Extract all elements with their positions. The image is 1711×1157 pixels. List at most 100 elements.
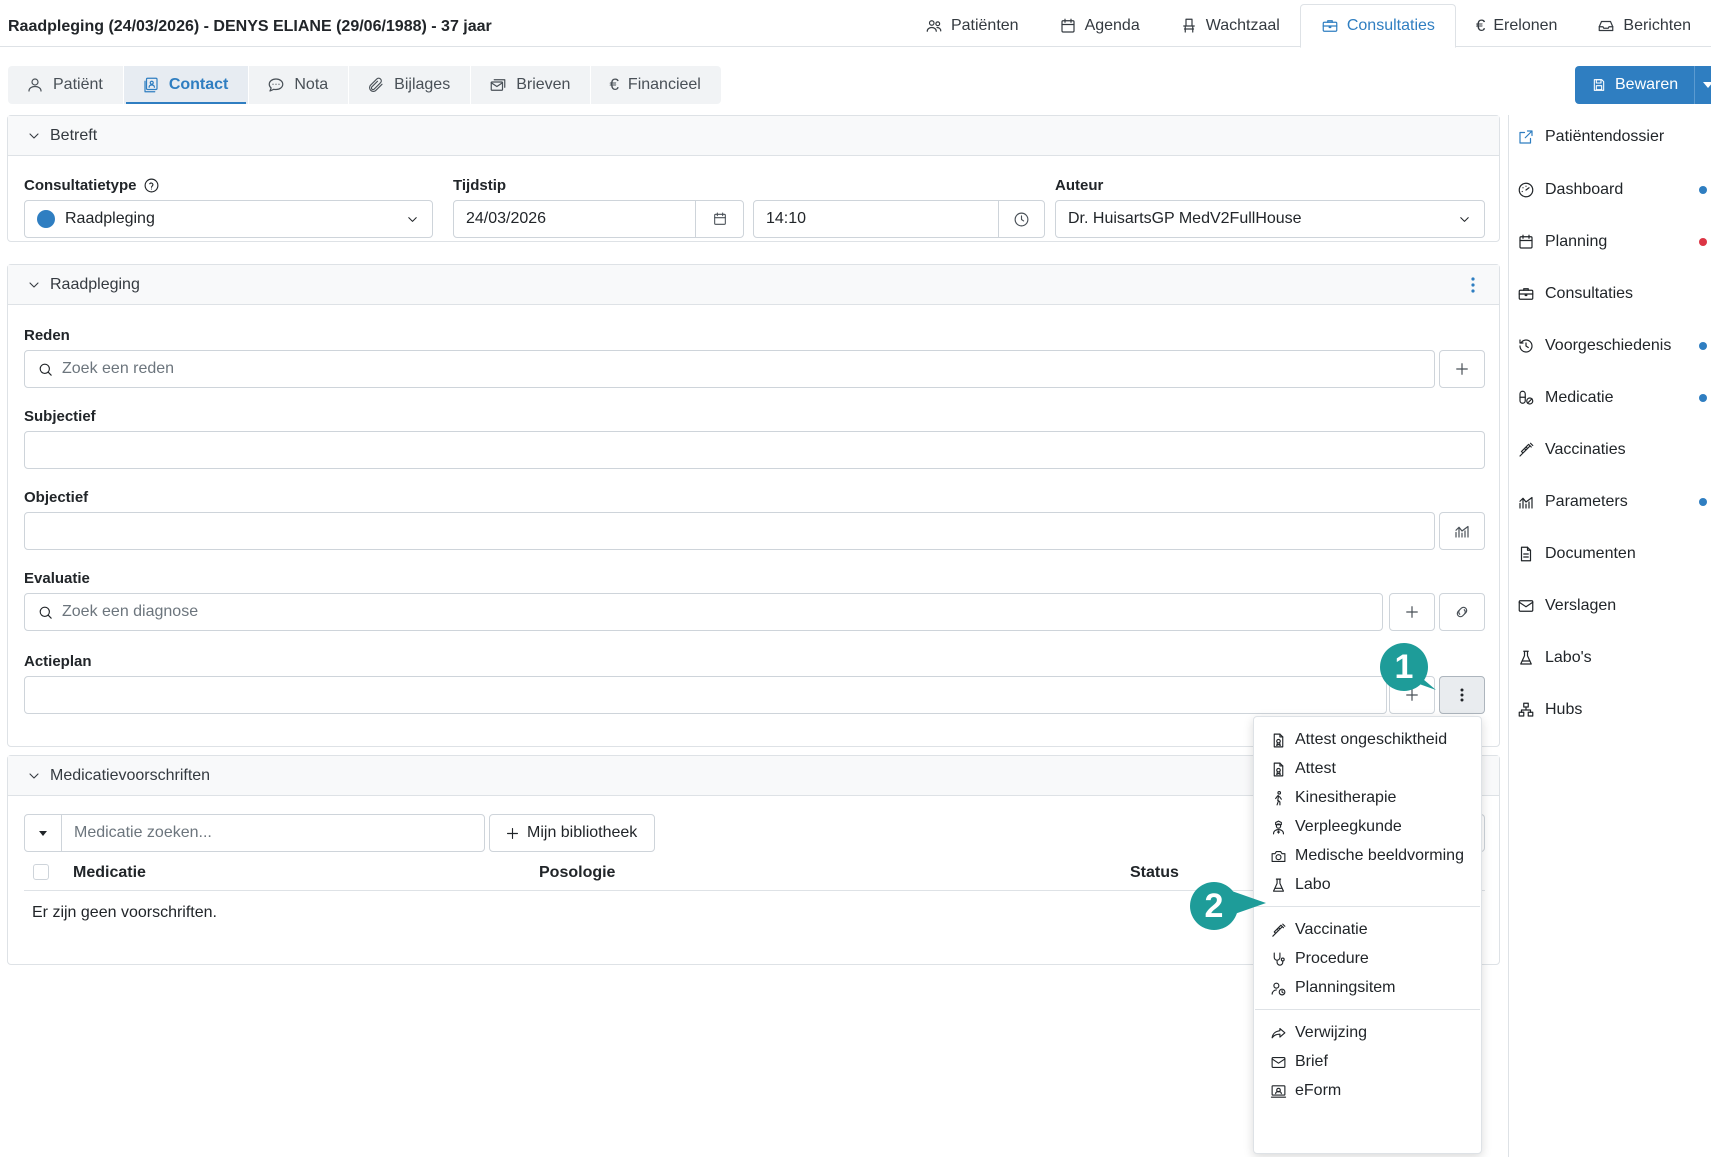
auteur-value: Dr. HuisartsGP MedV2FullHouse [1068,210,1302,227]
sidebar-item-vaccinaties[interactable]: Vaccinaties [1517,435,1707,465]
sidebar-item-parameters[interactable]: Parameters [1517,487,1707,517]
nav-berichten[interactable]: Berichten [1577,4,1711,47]
syringe-icon [1519,442,1534,457]
betreft-title: Betreft [50,126,98,144]
tab-financieel[interactable]: € Financieel [590,66,720,104]
column-status[interactable]: Status [1130,864,1179,882]
sidebar-item-hubs[interactable]: Hubs [1517,695,1707,725]
nav-label: Consultaties [1346,17,1435,34]
menu-item-labo[interactable]: Labo [1270,871,1331,899]
kebab-menu-icon[interactable] [1471,277,1475,293]
medicatie-search-input[interactable]: Medicatie zoeken... [61,814,485,852]
sidebar-item-verslagen[interactable]: Verslagen [1517,591,1707,621]
menu-item-kinesitherapie[interactable]: Kinesitherapie [1270,784,1396,812]
nav-label: Patiënten [950,16,1019,34]
subjectief-input[interactable] [24,431,1485,469]
menu-item-vaccinatie[interactable]: Vaccinatie [1270,916,1368,944]
link-diagnose-button[interactable] [1439,593,1485,631]
menu-item-medische-beeldvorming[interactable]: Medische beeldvorming [1270,842,1464,870]
menu-item-attest[interactable]: Attest [1270,755,1336,783]
date-picker-button[interactable] [695,200,743,238]
time-input[interactable]: 14:10 [753,200,1045,238]
top-header: Raadpleging (24/03/2026) - DENYS ELIANE … [0,0,1711,48]
menu-item-label: Labo [1295,876,1331,893]
evaluatie-search-input[interactable]: Zoek een diagnose [24,593,1383,631]
sidebar-item-dashboard[interactable]: Dashboard [1517,175,1707,205]
nav-patienten[interactable]: Patiënten [905,4,1039,47]
menu-item-verwijzing[interactable]: Verwijzing [1270,1019,1367,1047]
raadpleging-header[interactable]: Raadpleging [8,265,1499,305]
raadpleging-panel: Raadpleging Reden Zoek een reden Subject… [7,264,1500,747]
menu-item-label: Medische beeldvorming [1295,847,1464,864]
tab-contact[interactable]: Contact [122,66,249,104]
auteur-select[interactable]: Dr. HuisartsGP MedV2FullHouse [1055,200,1485,238]
sidebar-item-labos[interactable]: Labo's [1517,643,1707,673]
nav-consultaties[interactable]: Consultaties [1299,4,1456,48]
save-button[interactable]: Bewaren [1575,66,1694,104]
sidebar-item-label: Documenten [1545,545,1636,562]
sidebar-item-documenten[interactable]: Documenten [1517,539,1707,569]
caret-down-icon [1702,82,1711,88]
contact-icon [144,77,158,93]
chevron-down-icon [29,281,39,288]
menu-item-procedure[interactable]: Procedure [1270,945,1369,973]
add-reden-button[interactable] [1439,350,1485,388]
mijn-bibliotheek-label: Mijn bibliotheek [527,824,638,841]
menu-item-verpleegkunde[interactable]: Verpleegkunde [1270,813,1402,841]
stethoscope-icon [1273,952,1285,966]
add-diagnose-button[interactable] [1389,593,1435,631]
objectief-input[interactable] [24,512,1435,550]
nav-erelonen[interactable]: € Erelonen [1456,4,1578,47]
nav-label: Wachtzaal [1205,16,1280,34]
nav-wachtzaal[interactable]: Wachtzaal [1160,4,1300,47]
camera-icon [1271,850,1286,862]
save-options-toggle[interactable] [1694,66,1711,104]
select-all-checkbox[interactable] [33,864,49,880]
tab-patient[interactable]: Patiënt [8,66,123,104]
save-button-group: Bewaren [1575,66,1711,104]
sidebar-item-patientendossier[interactable]: Patiëntendossier [1517,122,1707,152]
menu-item-planningsitem[interactable]: Planningsitem [1270,974,1396,1002]
nurse-icon [1272,820,1285,834]
calendar-icon [713,212,726,225]
gauge-icon [1518,182,1534,198]
envelope-icon [1271,1056,1286,1068]
column-medicatie[interactable]: Medicatie [73,864,146,882]
tab-brieven[interactable]: Brieven [470,66,590,104]
menu-item-label: Procedure [1295,950,1369,967]
sidebar-item-medicatie[interactable]: Medicatie [1517,383,1707,413]
sidebar-item-voorgeschiedenis[interactable]: Voorgeschiedenis [1517,331,1707,361]
sidebar-item-label: Medicatie [1545,389,1614,406]
sidebar-item-label: Vaccinaties [1545,441,1626,458]
raadpleging-title: Raadpleging [50,275,140,293]
reden-search-input[interactable]: Zoek een reden [24,350,1435,388]
document-icon [1520,546,1532,562]
actieplan-dropdown-menu: Attest ongeschiktheid Attest Kinesithera… [1253,716,1482,1154]
medicatie-filter-toggle[interactable] [24,814,62,852]
nav-agenda[interactable]: Agenda [1039,4,1160,47]
consultatietype-label: Consultatietype [24,177,160,194]
column-posologie[interactable]: Posologie [539,864,615,882]
actieplan-input[interactable] [24,676,1387,714]
menu-item-eform[interactable]: eForm [1270,1077,1341,1105]
sidebar-item-label: Voorgeschiedenis [1545,337,1672,354]
tab-nota[interactable]: Nota [248,66,348,104]
time-value: 14:10 [766,210,807,227]
sidebar-item-planning[interactable]: Planning [1517,227,1707,257]
tab-bijlages[interactable]: Bijlages [348,66,470,104]
help-icon[interactable] [143,177,160,194]
syringe-icon [1272,923,1286,937]
notification-dot [1699,342,1707,350]
betreft-header[interactable]: Betreft [8,116,1499,156]
mijn-bibliotheek-button[interactable]: Mijn bibliotheek [489,814,655,852]
consultatietype-select[interactable]: Raadpleging [24,200,433,238]
menu-item-attest-ongeschiktheid[interactable]: Attest ongeschiktheid [1270,726,1447,754]
search-icon [39,606,52,619]
menu-item-brief[interactable]: Brief [1270,1048,1328,1076]
plus-icon [506,827,519,839]
date-input[interactable]: 24/03/2026 [453,200,744,238]
time-picker-button[interactable] [998,200,1044,238]
parameters-button[interactable] [1439,512,1485,550]
medicatie-placeholder: Medicatie zoeken... [74,824,212,841]
sidebar-item-consultaties[interactable]: Consultaties [1517,279,1707,309]
